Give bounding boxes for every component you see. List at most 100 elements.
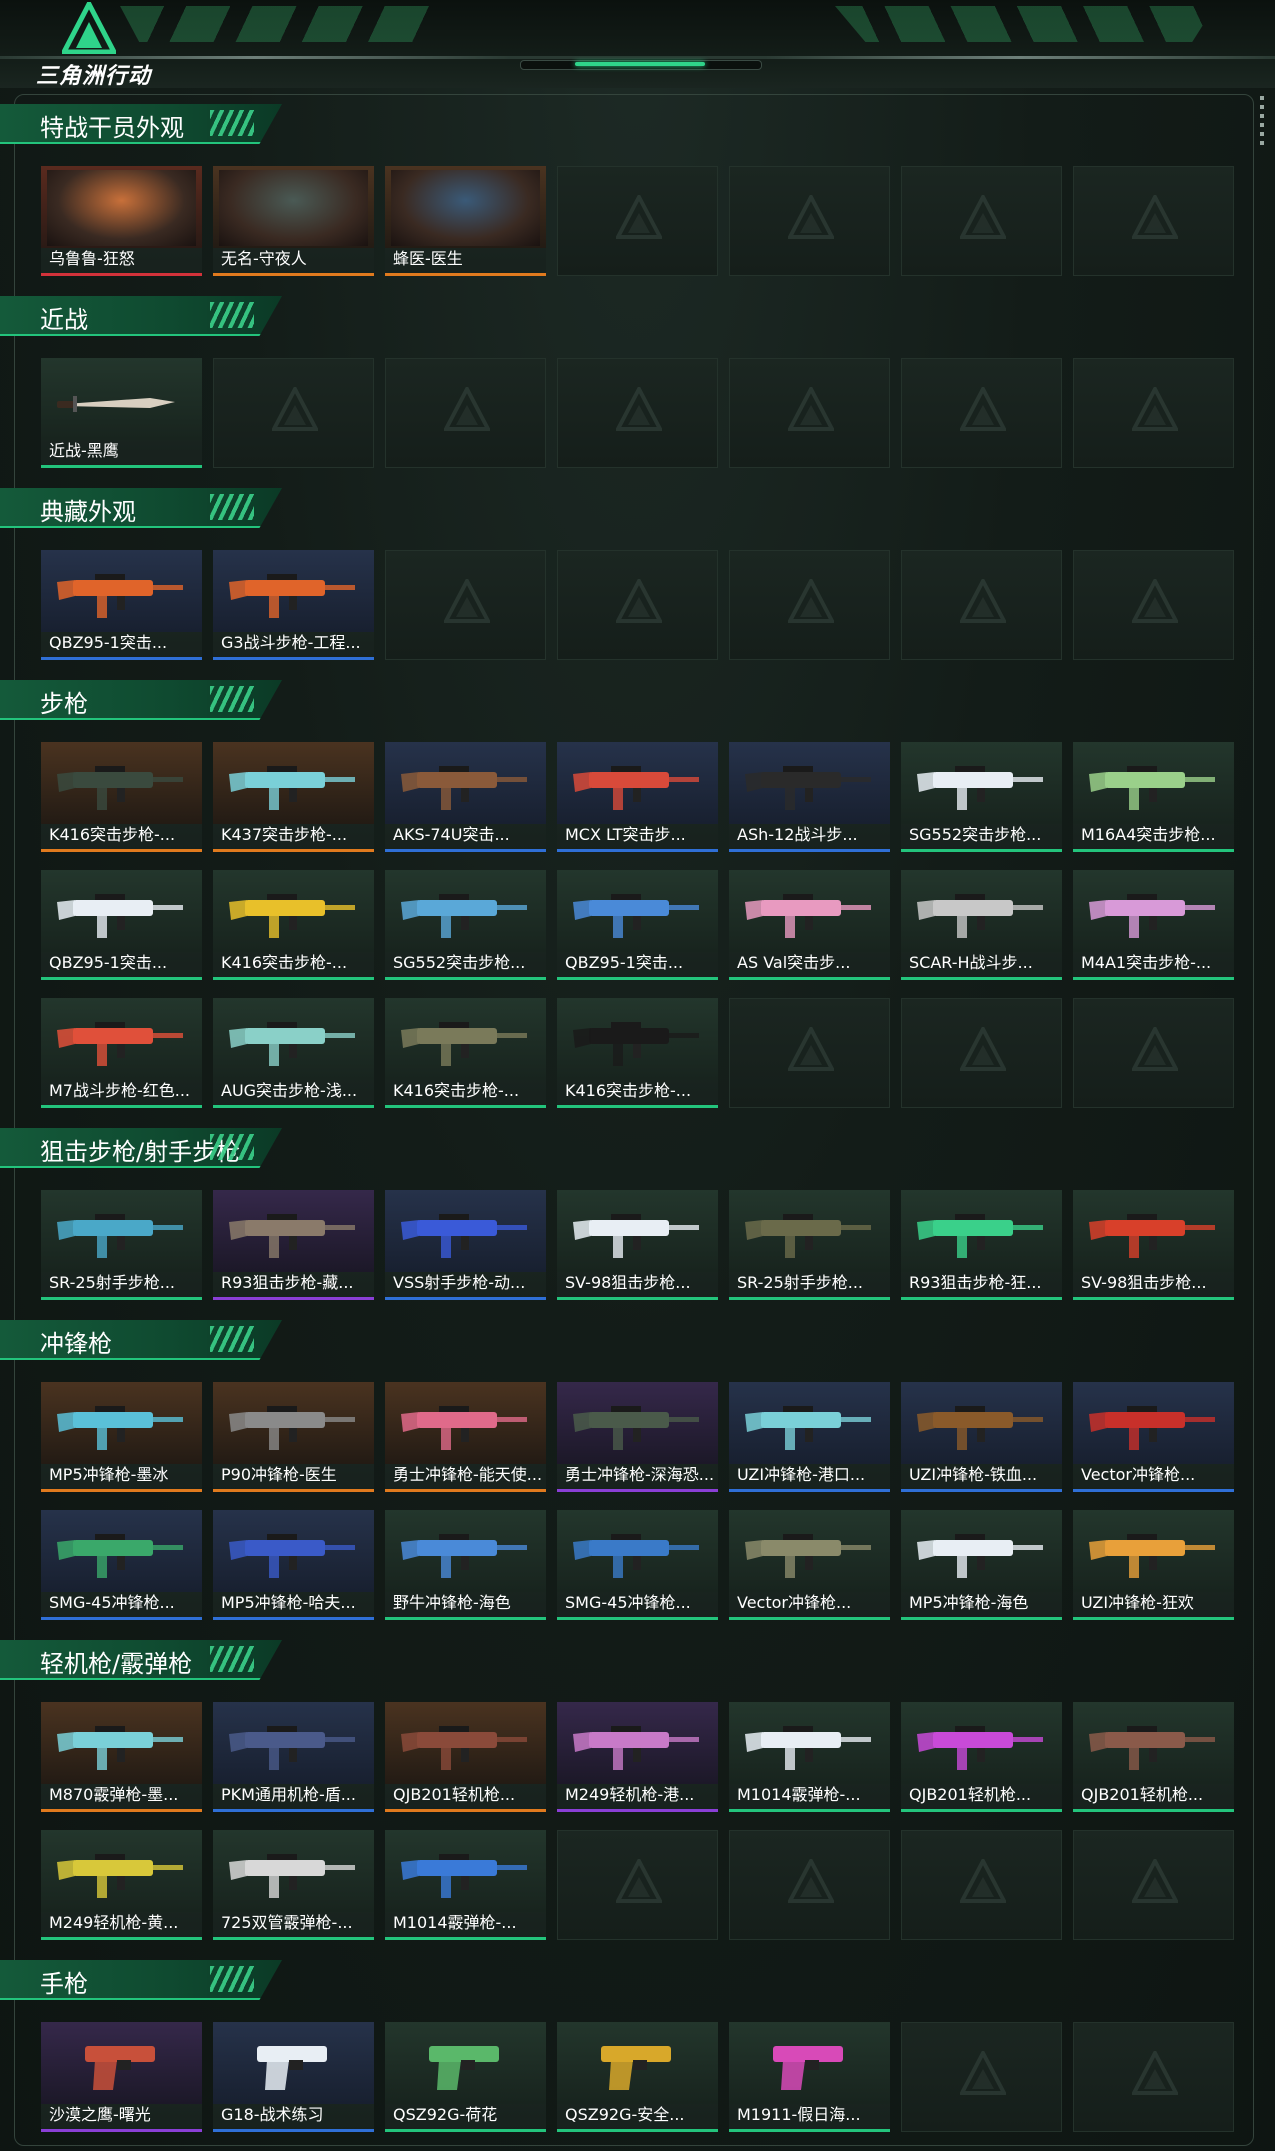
item-card[interactable]: M870霰弹枪-墨...	[41, 1702, 202, 1812]
quality-bar	[729, 849, 890, 852]
item-card[interactable]: M1014霰弹枪-...	[729, 1702, 890, 1812]
gun-icon	[229, 894, 355, 938]
gun-icon	[917, 1726, 1043, 1770]
item-card[interactable]: UZI冲锋枪-铁血...	[901, 1382, 1062, 1492]
item-card[interactable]: ASh-12战斗步...	[729, 742, 890, 852]
empty-slot-logo-icon	[616, 195, 662, 239]
item-card[interactable]: UZI冲锋枪-港口...	[729, 1382, 890, 1492]
item-card[interactable]: SV-98狙击步枪...	[557, 1190, 718, 1300]
quality-bar	[557, 1297, 718, 1300]
empty-slot-logo-icon	[272, 387, 318, 431]
gun-icon	[745, 766, 871, 810]
item-card[interactable]: VSS射手步枪-动...	[385, 1190, 546, 1300]
item-card[interactable]: AKS-74U突击...	[385, 742, 546, 852]
item-card[interactable]: 725双管霰弹枪-...	[213, 1830, 374, 1940]
quality-bar	[41, 1937, 202, 1940]
item-card[interactable]: K416突击步枪-...	[557, 998, 718, 1108]
empty-slot	[729, 166, 890, 276]
header-stripes-left	[120, 6, 440, 42]
item-label: G3战斗步枪-工程...	[221, 633, 361, 652]
item-card[interactable]: Vector冲锋枪...	[729, 1510, 890, 1620]
item-thumbnail	[385, 2022, 546, 2104]
item-label: QBZ95-1突击...	[49, 953, 168, 972]
item-card[interactable]: 勇士冲锋枪-能天使...	[385, 1382, 546, 1492]
item-thumbnail	[729, 1702, 890, 1784]
item-card[interactable]: M7战斗步枪-红色...	[41, 998, 202, 1108]
item-card[interactable]: G18-战术练习	[213, 2022, 374, 2132]
quality-bar	[901, 977, 1062, 980]
item-card[interactable]: MP5冲锋枪-墨冰	[41, 1382, 202, 1492]
item-thumbnail	[213, 870, 374, 952]
item-card[interactable]: SR-25射手步枪...	[41, 1190, 202, 1300]
item-card[interactable]: K416突击步枪-...	[213, 870, 374, 980]
section-title: 典藏外观	[40, 498, 136, 526]
item-card[interactable]: PKM通用机枪-盾...	[213, 1702, 374, 1812]
item-card[interactable]: 近战-黑鹰	[41, 358, 202, 468]
item-card[interactable]: M1014霰弹枪-...	[385, 1830, 546, 1940]
item-card[interactable]: SG552突击步枪...	[385, 870, 546, 980]
item-card[interactable]: MP5冲锋枪-海色	[901, 1510, 1062, 1620]
item-card[interactable]: K437突击步枪-...	[213, 742, 374, 852]
item-card[interactable]: 沙漠之鹰-曙光	[41, 2022, 202, 2132]
item-thumbnail	[557, 870, 718, 952]
item-card[interactable]: QSZ92G-安全...	[557, 2022, 718, 2132]
item-card[interactable]: QJB201轻机枪...	[1073, 1702, 1234, 1812]
item-card[interactable]: M249轻机枪-黄...	[41, 1830, 202, 1940]
item-thumbnail	[557, 742, 718, 824]
item-card[interactable]: UZI冲锋枪-狂欢	[1073, 1510, 1234, 1620]
item-card[interactable]: 无名-守夜人	[213, 166, 374, 276]
item-card[interactable]: K416突击步枪-...	[385, 998, 546, 1108]
empty-slot	[901, 2022, 1062, 2132]
item-card[interactable]: MP5冲锋枪-哈夫...	[213, 1510, 374, 1620]
item-card[interactable]: SV-98狙击步枪...	[1073, 1190, 1234, 1300]
item-thumbnail	[385, 1190, 546, 1272]
item-thumbnail	[213, 1382, 374, 1464]
item-card[interactable]: 勇士冲锋枪-深海恐...	[557, 1382, 718, 1492]
item-card[interactable]: 乌鲁鲁-狂怒	[41, 166, 202, 276]
gun-icon	[401, 894, 527, 938]
item-card[interactable]: M4A1突击步枪-...	[1073, 870, 1234, 980]
section-header-lmgs: 轻机枪/霰弹枪	[0, 1640, 282, 1680]
gun-icon	[1089, 1406, 1215, 1450]
item-card[interactable]: R93狙击步枪-藏...	[213, 1190, 374, 1300]
item-card[interactable]: P90冲锋枪-医生	[213, 1382, 374, 1492]
item-card[interactable]: QJB201轻机枪...	[385, 1702, 546, 1812]
empty-slot-logo-icon	[616, 579, 662, 623]
item-card[interactable]: G3战斗步枪-工程...	[213, 550, 374, 660]
item-card[interactable]: AS Val突击步...	[729, 870, 890, 980]
section-header-snipers: 狙击步枪/射手步枪	[0, 1128, 282, 1168]
item-card[interactable]: SG552突击步枪...	[901, 742, 1062, 852]
item-card[interactable]: M1911-假日海...	[729, 2022, 890, 2132]
item-label: K416突击步枪-...	[393, 1081, 520, 1100]
item-thumbnail	[41, 1382, 202, 1464]
item-card[interactable]: 野牛冲锋枪-海色	[385, 1510, 546, 1620]
item-label: SMG-45冲锋枪...	[565, 1593, 691, 1612]
gun-icon	[401, 1406, 527, 1450]
item-card[interactable]: R93狙击步枪-狂...	[901, 1190, 1062, 1300]
item-card[interactable]: Vector冲锋枪...	[1073, 1382, 1234, 1492]
item-card[interactable]: MCX LT突击步...	[557, 742, 718, 852]
quality-bar	[901, 1617, 1062, 1620]
item-card[interactable]: M16A4突击步枪...	[1073, 742, 1234, 852]
item-card[interactable]: SR-25射手步枪...	[729, 1190, 890, 1300]
item-card[interactable]: AUG突击步枪-浅...	[213, 998, 374, 1108]
item-card[interactable]: QSZ92G-荷花	[385, 2022, 546, 2132]
quality-bar	[41, 1297, 202, 1300]
item-card[interactable]: M249轻机枪-港...	[557, 1702, 718, 1812]
gun-icon	[573, 1534, 699, 1578]
item-card[interactable]: QJB201轻机枪...	[901, 1702, 1062, 1812]
header-divider	[0, 56, 1275, 59]
scroll-indicator[interactable]	[1260, 96, 1264, 150]
item-card[interactable]: SMG-45冲锋枪...	[557, 1510, 718, 1620]
empty-slot	[213, 358, 374, 468]
quality-bar	[1073, 977, 1234, 980]
item-card[interactable]: QBZ95-1突击...	[41, 550, 202, 660]
item-card[interactable]: QBZ95-1突击...	[41, 870, 202, 980]
item-thumbnail	[385, 870, 546, 952]
item-card[interactable]: QBZ95-1突击...	[557, 870, 718, 980]
item-label: SCAR-H战斗步...	[909, 953, 1033, 972]
item-card[interactable]: 蜂医-医生	[385, 166, 546, 276]
item-card[interactable]: K416突击步枪-...	[41, 742, 202, 852]
item-card[interactable]: SCAR-H战斗步...	[901, 870, 1062, 980]
item-card[interactable]: SMG-45冲锋枪...	[41, 1510, 202, 1620]
